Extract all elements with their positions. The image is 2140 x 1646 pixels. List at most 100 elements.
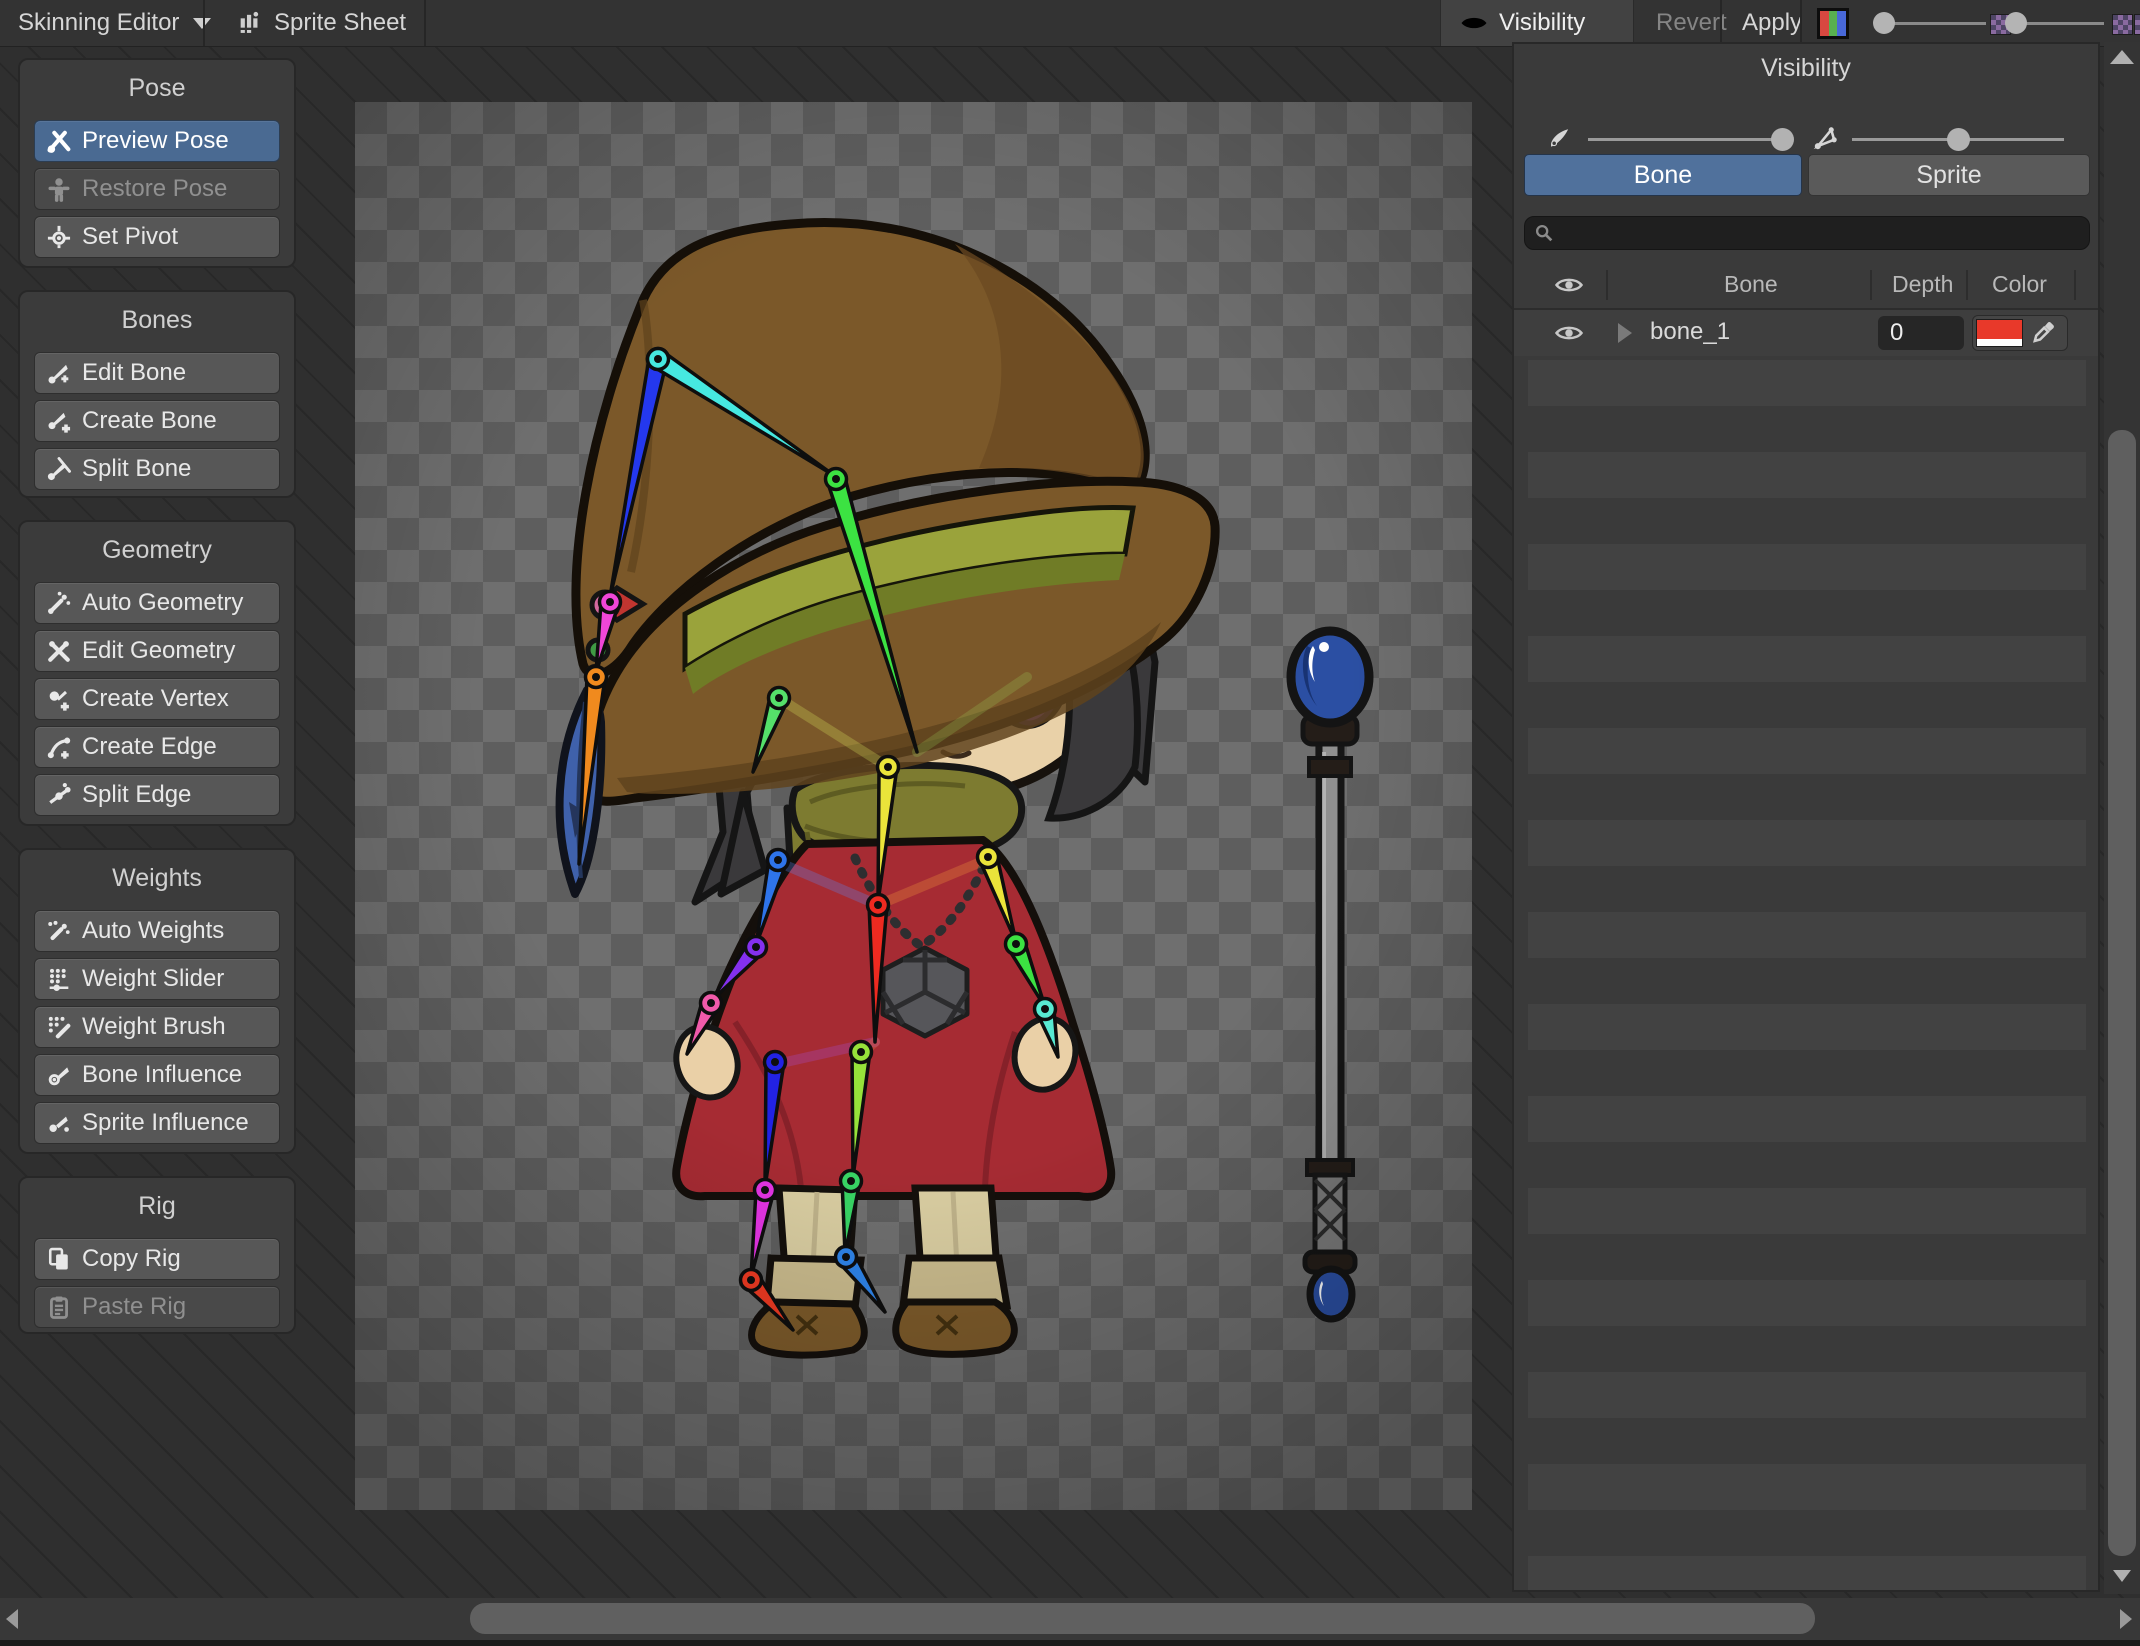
column-color[interactable]: Color [1992, 271, 2047, 298]
weight-brush-icon [48, 1016, 71, 1039]
apply-button[interactable]: Apply [1724, 0, 1820, 46]
create-vertex-button[interactable]: Create Vertex [34, 678, 280, 720]
edit-geometry-button[interactable]: Edit Geometry [34, 630, 280, 672]
edit-bone-button[interactable]: Edit Bone [34, 352, 280, 394]
auto-weights-icon [48, 920, 70, 941]
column-bone[interactable]: Bone [1724, 271, 1778, 298]
alpha-bar [1977, 339, 2022, 346]
create-edge-button[interactable]: Create Edge [34, 726, 280, 768]
vertical-scrollbar-thumb[interactable] [2108, 430, 2136, 1556]
slider-knob[interactable] [1947, 128, 1970, 151]
row-expander-icon[interactable] [1618, 323, 1632, 343]
button-label: Paste Rig [82, 1293, 187, 1320]
sprite-sheet-button[interactable]: Sprite Sheet [218, 0, 424, 46]
column-separator [1606, 270, 1608, 300]
auto-geometry-button[interactable]: Auto Geometry [34, 582, 280, 624]
bone-influence-button[interactable]: Bone Influence [34, 1054, 280, 1096]
toolbar-opacity-slider-2[interactable] [2005, 12, 2104, 34]
button-label: Auto Geometry [82, 589, 244, 616]
row-visibility-eye-icon[interactable] [1554, 318, 1584, 348]
bone-leg-l-upper-joint-center [771, 1058, 779, 1066]
paste-rig-button[interactable]: Paste Rig [34, 1286, 280, 1328]
tab-bone[interactable]: Bone [1524, 154, 1802, 196]
bone-leg-r-lower-joint-center [847, 1177, 855, 1185]
bone-hand-r-joint-center [1041, 1005, 1049, 1013]
toolbar-separator [1800, 0, 1802, 46]
preview-pose-button[interactable]: Preview Pose [34, 120, 280, 162]
bone-name[interactable]: bone_1 [1650, 318, 1730, 346]
list-stripe [1528, 360, 2086, 406]
scroll-right-arrow[interactable] [2120, 1609, 2132, 1629]
canvas-horizontal-scrollbar[interactable] [0, 1598, 2140, 1640]
button-label: Weight Slider [82, 965, 225, 992]
bone-hair-left-joint-center [775, 694, 783, 702]
bone-leg-l-lower-joint-center [761, 1186, 769, 1194]
button-label: Create Bone [82, 407, 217, 434]
restore-pose-button[interactable]: Restore Pose [34, 168, 280, 210]
column-separator [1966, 270, 1968, 300]
sprite-influence-button[interactable]: Sprite Influence [34, 1102, 280, 1144]
toolbar-opacity-slider-1[interactable] [1873, 12, 1986, 34]
column-depth[interactable]: Depth [1892, 271, 1953, 298]
button-label: Create Edge [82, 733, 217, 760]
skinning-editor-dropdown[interactable]: Skinning Editor [0, 0, 229, 46]
weight-slider-button[interactable]: Weight Slider [34, 958, 280, 1000]
rig-panel: Rig Copy Rig Paste Rig [18, 1176, 296, 1334]
bone-foot-r-joint-center [842, 1253, 850, 1261]
eyedropper-icon[interactable] [2029, 319, 2057, 347]
bone-color-cell[interactable] [1972, 315, 2068, 351]
toolbar-separator [1720, 0, 1722, 46]
button-label: Bone Influence [82, 1061, 243, 1088]
list-stripe [1528, 820, 2086, 866]
sprite-influence-icon [49, 1116, 69, 1132]
bone-opacity-slider[interactable] [1588, 128, 1794, 151]
visibility-eye-icon [1461, 17, 1487, 29]
scroll-left-arrow[interactable] [6, 1609, 18, 1629]
right-panel-scrollbar[interactable] [2104, 42, 2140, 1594]
sprite-opacity-slider[interactable] [1852, 128, 2064, 151]
horizontal-scrollbar-thumb[interactable] [470, 1603, 1815, 1634]
sprite-canvas[interactable] [355, 102, 1472, 1510]
button-label: Edit Geometry [82, 637, 236, 664]
slider-knob[interactable] [1873, 12, 1895, 34]
slider-knob[interactable] [2005, 12, 2027, 34]
tab-sprite[interactable]: Sprite [1808, 154, 2090, 196]
button-label: Create Vertex [82, 685, 229, 712]
depth-input[interactable]: 0 [1878, 316, 1964, 350]
button-label: Edit Bone [82, 359, 187, 386]
swatch-blue [1837, 11, 1847, 36]
bone-color-palette-swatch[interactable] [1817, 8, 1849, 39]
list-stripe [1528, 1556, 2086, 1590]
sprite-sheet-icon [240, 11, 259, 33]
bone-search-field[interactable] [1524, 216, 2090, 250]
bone-color-swatch[interactable] [1976, 319, 2023, 347]
button-label: Auto Weights [82, 917, 225, 944]
bone-feather-joint-center [592, 673, 600, 681]
scroll-down-arrow[interactable] [2113, 1570, 2131, 1582]
copy-rig-button[interactable]: Copy Rig [34, 1238, 280, 1280]
weight-brush-button[interactable]: Weight Brush [34, 1006, 280, 1048]
bone-arm-r-upper-joint-center [984, 853, 992, 861]
split-edge-button[interactable]: Split Edge [34, 774, 280, 816]
slider-knob[interactable] [1771, 128, 1794, 151]
create-bone-button[interactable]: Create Bone [34, 400, 280, 442]
auto-weights-button[interactable]: Auto Weights [34, 910, 280, 952]
visibility-toggle-button[interactable]: Visibility [1440, 0, 1634, 46]
button-label: Sprite Influence [82, 1109, 249, 1136]
swatch-red [1820, 11, 1829, 36]
set-pivot-button[interactable]: Set Pivot [34, 216, 280, 258]
window-bottom-edge [0, 1640, 2140, 1646]
tab-label: Sprite [1916, 160, 1982, 189]
list-stripe [1528, 1096, 2086, 1142]
color-value [1977, 320, 2022, 339]
search-icon [1535, 224, 1553, 242]
bone-table-row[interactable]: bone_1 0 [1514, 310, 2098, 356]
preview-pose-icon [47, 130, 71, 153]
bone-spine-joint-center [874, 901, 882, 909]
scroll-up-arrow[interactable] [2110, 50, 2134, 64]
skinning-editor-window: Skinning Editor Sprite Sheet Visibility … [0, 0, 2140, 1646]
search-input[interactable] [1555, 219, 2060, 247]
rig-panel-title: Rig [138, 1192, 176, 1220]
split-bone-button[interactable]: Split Bone [34, 448, 280, 490]
bone-foot-l-joint-center [747, 1276, 755, 1284]
